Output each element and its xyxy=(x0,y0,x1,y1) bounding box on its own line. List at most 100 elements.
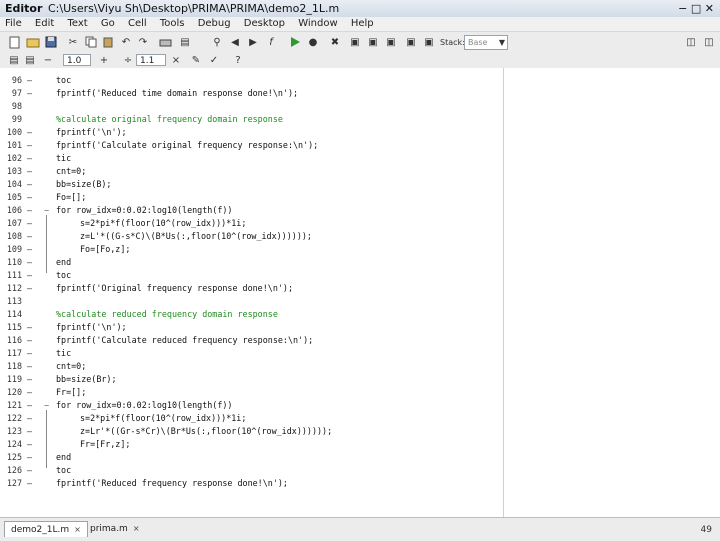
breakpoint-marker[interactable]: — xyxy=(27,256,34,269)
breakpoint-marker[interactable]: — xyxy=(27,217,34,230)
cell-divide-button[interactable]: ÷ xyxy=(122,54,134,66)
code-line[interactable]: 119 — bb=size(Br); xyxy=(0,373,720,386)
cell-plus-button[interactable]: + xyxy=(98,54,110,66)
code-line[interactable]: 104 — bb=size(B); xyxy=(0,178,720,191)
exit-debug-icon[interactable]: ▣ xyxy=(422,35,436,49)
breakpoint-marker[interactable]: — xyxy=(27,321,34,334)
back-arrow-icon[interactable]: ◀ xyxy=(228,35,242,49)
forward-arrow-icon[interactable]: ▶ xyxy=(246,35,260,49)
code-line[interactable]: 97 — fprintf('Reduced time domain response… xyxy=(0,87,720,100)
code-line[interactable]: 126 — toc xyxy=(0,464,720,477)
paste-icon[interactable] xyxy=(101,35,115,49)
menu-tools[interactable]: Tools xyxy=(160,17,185,31)
set-breakpoint-icon[interactable]: ● xyxy=(306,35,320,49)
menu-debug[interactable]: Debug xyxy=(198,17,231,31)
code-line[interactable]: 101 — fprintf('Calculate original frequenc… xyxy=(0,139,720,152)
clear-breakpoints-icon[interactable]: ✖ xyxy=(328,35,342,49)
breakpoint-marker[interactable]: — xyxy=(27,373,34,386)
show-cell-titles-icon[interactable]: ✎ xyxy=(190,54,202,66)
breakpoint-marker[interactable]: — xyxy=(27,412,34,425)
menu-help[interactable]: Help xyxy=(351,17,374,31)
code-line[interactable]: 105 — Fo=[]; xyxy=(0,191,720,204)
step-out-icon[interactable]: ▣ xyxy=(384,35,398,49)
breakpoint-marker[interactable]: — xyxy=(27,74,34,87)
code-line[interactable]: 118 — cnt=0; xyxy=(0,360,720,373)
menu-text[interactable]: Text xyxy=(67,17,87,31)
stack-dropdown[interactable]: Base ▼ xyxy=(464,35,508,50)
cell-scale-field[interactable]: 1.1 xyxy=(136,54,166,66)
code-line[interactable]: 106— − for row_idx=0:0.02:log10(length(f)) xyxy=(0,204,720,217)
breakpoint-marker[interactable]: — xyxy=(27,87,34,100)
cell-check-icon[interactable]: ✓ xyxy=(208,54,220,66)
breakpoint-marker[interactable]: — xyxy=(27,165,34,178)
cell-eval-icon[interactable]: ▤ xyxy=(8,54,20,66)
function-icon[interactable]: f xyxy=(264,35,278,49)
breakpoint-marker[interactable]: — xyxy=(27,126,34,139)
breakpoint-marker[interactable]: — xyxy=(27,178,34,191)
save-icon[interactable] xyxy=(44,35,58,49)
breakpoint-marker[interactable]: — xyxy=(27,347,34,360)
step-in-icon[interactable]: ▣ xyxy=(366,35,380,49)
menu-file[interactable]: File xyxy=(5,17,22,31)
split-horizontal-icon[interactable]: ◫ xyxy=(684,35,698,49)
continue-icon[interactable]: ▣ xyxy=(404,35,418,49)
cell-decrement-field[interactable]: 1.0 xyxy=(63,54,91,66)
menu-desktop[interactable]: Desktop xyxy=(244,17,285,31)
code-line[interactable]: 116 — fprintf('Calculate reduced frequency… xyxy=(0,334,720,347)
code-line[interactable]: 111 — toc xyxy=(0,269,720,282)
code-line[interactable]: 123 — z=Lr'*((Gr-s*Cr)\(Br*Us(:,floor(10^(… xyxy=(0,425,720,438)
help-icon[interactable]: ? xyxy=(232,54,244,66)
breakpoint-marker[interactable]: — xyxy=(27,438,34,451)
code-line[interactable]: 103 — cnt=0; xyxy=(0,165,720,178)
find-icon[interactable]: ⚲ xyxy=(210,35,224,49)
code-line[interactable]: 108 — z=L'*((G-s*C)\(B*Us(:,floor(10^(row_… xyxy=(0,230,720,243)
breakpoint-marker[interactable]: — xyxy=(27,464,34,477)
code-line[interactable]: 98 xyxy=(0,100,720,113)
breakpoint-marker[interactable]: — xyxy=(27,243,34,256)
run-icon[interactable] xyxy=(288,35,302,49)
menu-cell[interactable]: Cell xyxy=(128,17,147,31)
step-icon[interactable]: ▣ xyxy=(348,35,362,49)
window-controls[interactable]: − □ ✕ xyxy=(678,2,714,15)
code-line[interactable]: 109 — Fo=[Fo,z]; xyxy=(0,243,720,256)
breakpoint-marker[interactable]: — xyxy=(27,269,34,282)
breakpoint-marker[interactable]: — xyxy=(27,399,34,412)
print-preview-icon[interactable]: ▤ xyxy=(178,35,192,49)
breakpoint-marker[interactable]: — xyxy=(27,386,34,399)
cell-times-button[interactable]: × xyxy=(170,54,182,66)
breakpoint-marker[interactable]: — xyxy=(27,425,34,438)
code-line[interactable]: 114 %calculate reduced frequency domain r… xyxy=(0,308,720,321)
cut-icon[interactable]: ✂ xyxy=(66,35,80,49)
redo-icon[interactable]: ↷ xyxy=(136,35,150,49)
tab-demo2[interactable]: demo2_1L.m × xyxy=(4,521,88,537)
close-icon[interactable]: × xyxy=(133,524,140,533)
breakpoint-marker[interactable]: — xyxy=(27,334,34,347)
copy-icon[interactable] xyxy=(84,35,98,49)
print-icon[interactable] xyxy=(158,35,172,49)
code-line[interactable]: 124 — Fr=[Fr,z]; xyxy=(0,438,720,451)
open-folder-icon[interactable] xyxy=(26,35,40,49)
code-line[interactable]: 100 — fprintf('\n'); xyxy=(0,126,720,139)
code-line[interactable]: 115 — fprintf('\n'); xyxy=(0,321,720,334)
menu-go[interactable]: Go xyxy=(101,17,115,31)
code-line[interactable]: 107 — s=2*pi*f(floor(10^(row_idx)))*1i; xyxy=(0,217,720,230)
breakpoint-marker[interactable]: — xyxy=(27,204,34,217)
code-line[interactable]: 112 — fprintf('Original frequency response… xyxy=(0,282,720,295)
breakpoint-marker[interactable]: — xyxy=(27,477,34,490)
close-icon[interactable]: × xyxy=(74,525,81,534)
code-line[interactable]: 120 — Fr=[]; xyxy=(0,386,720,399)
breakpoint-marker[interactable]: — xyxy=(27,139,34,152)
tab-prima[interactable]: prima.m × xyxy=(84,521,146,536)
menu-window[interactable]: Window xyxy=(298,17,337,31)
code-line[interactable]: 113 xyxy=(0,295,720,308)
cell-marker-icon[interactable]: ▤ xyxy=(24,54,36,66)
cell-minus-button[interactable]: − xyxy=(42,54,54,66)
code-editor[interactable]: 96 — toc 97 — fprintf('Reduced time domain re… xyxy=(0,68,720,517)
code-line[interactable]: 99 %calculate original frequency domain r… xyxy=(0,113,720,126)
code-line[interactable]: 122 — s=2*pi*f(floor(10^(row_idx)))*1i; xyxy=(0,412,720,425)
breakpoint-marker[interactable]: — xyxy=(27,230,34,243)
breakpoint-marker[interactable]: — xyxy=(27,282,34,295)
split-vertical-icon[interactable]: ◫ xyxy=(702,35,716,49)
code-line[interactable]: 121— − for row_idx=0:0.02:log10(length(f)) xyxy=(0,399,720,412)
breakpoint-marker[interactable]: — xyxy=(27,152,34,165)
